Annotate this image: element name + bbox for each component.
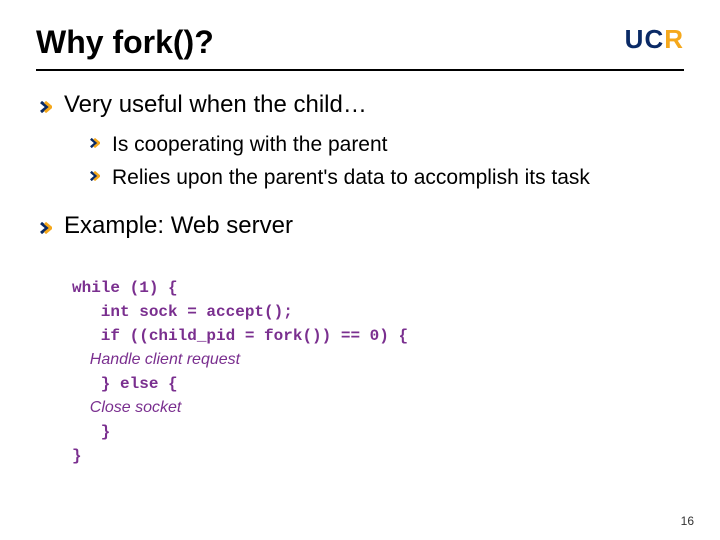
title-row: Why fork()? UCR bbox=[36, 24, 684, 71]
chevron-icon bbox=[90, 171, 100, 181]
bullet-level2: Relies upon the parent's data to accompl… bbox=[90, 164, 684, 191]
code-line: } else { bbox=[72, 375, 178, 393]
logo-c: C bbox=[644, 24, 664, 55]
chevron-icon bbox=[40, 101, 52, 113]
code-comment: Handle client request bbox=[72, 351, 240, 368]
bullet-text: Very useful when the child… bbox=[64, 91, 684, 119]
code-line: int sock = accept(); bbox=[72, 303, 293, 321]
code-line: while (1) { bbox=[72, 279, 178, 297]
bullet-level1: Very useful when the child… bbox=[40, 91, 684, 119]
page-number: 16 bbox=[681, 514, 694, 528]
chevron-icon bbox=[40, 222, 52, 234]
bullet-level1: Example: Web server bbox=[40, 212, 684, 240]
chevron-icon bbox=[90, 138, 100, 148]
code-line: } bbox=[72, 423, 110, 441]
code-line: } bbox=[72, 447, 82, 465]
bullet-text: Relies upon the parent's data to accompl… bbox=[112, 164, 684, 191]
slide-title: Why fork()? bbox=[36, 24, 214, 61]
logo-u: U bbox=[625, 24, 645, 55]
code-comment: Close socket bbox=[72, 399, 181, 416]
bullet-level2: Is cooperating with the parent bbox=[90, 131, 684, 158]
code-line: if ((child_pid = fork()) == 0) { bbox=[72, 327, 408, 345]
ucr-logo: UCR bbox=[625, 24, 684, 55]
bullet-text: Is cooperating with the parent bbox=[112, 131, 684, 158]
code-block: while (1) { int sock = accept(); if ((ch… bbox=[72, 252, 684, 468]
logo-r: R bbox=[664, 24, 684, 55]
bullet-text: Example: Web server bbox=[64, 212, 684, 240]
